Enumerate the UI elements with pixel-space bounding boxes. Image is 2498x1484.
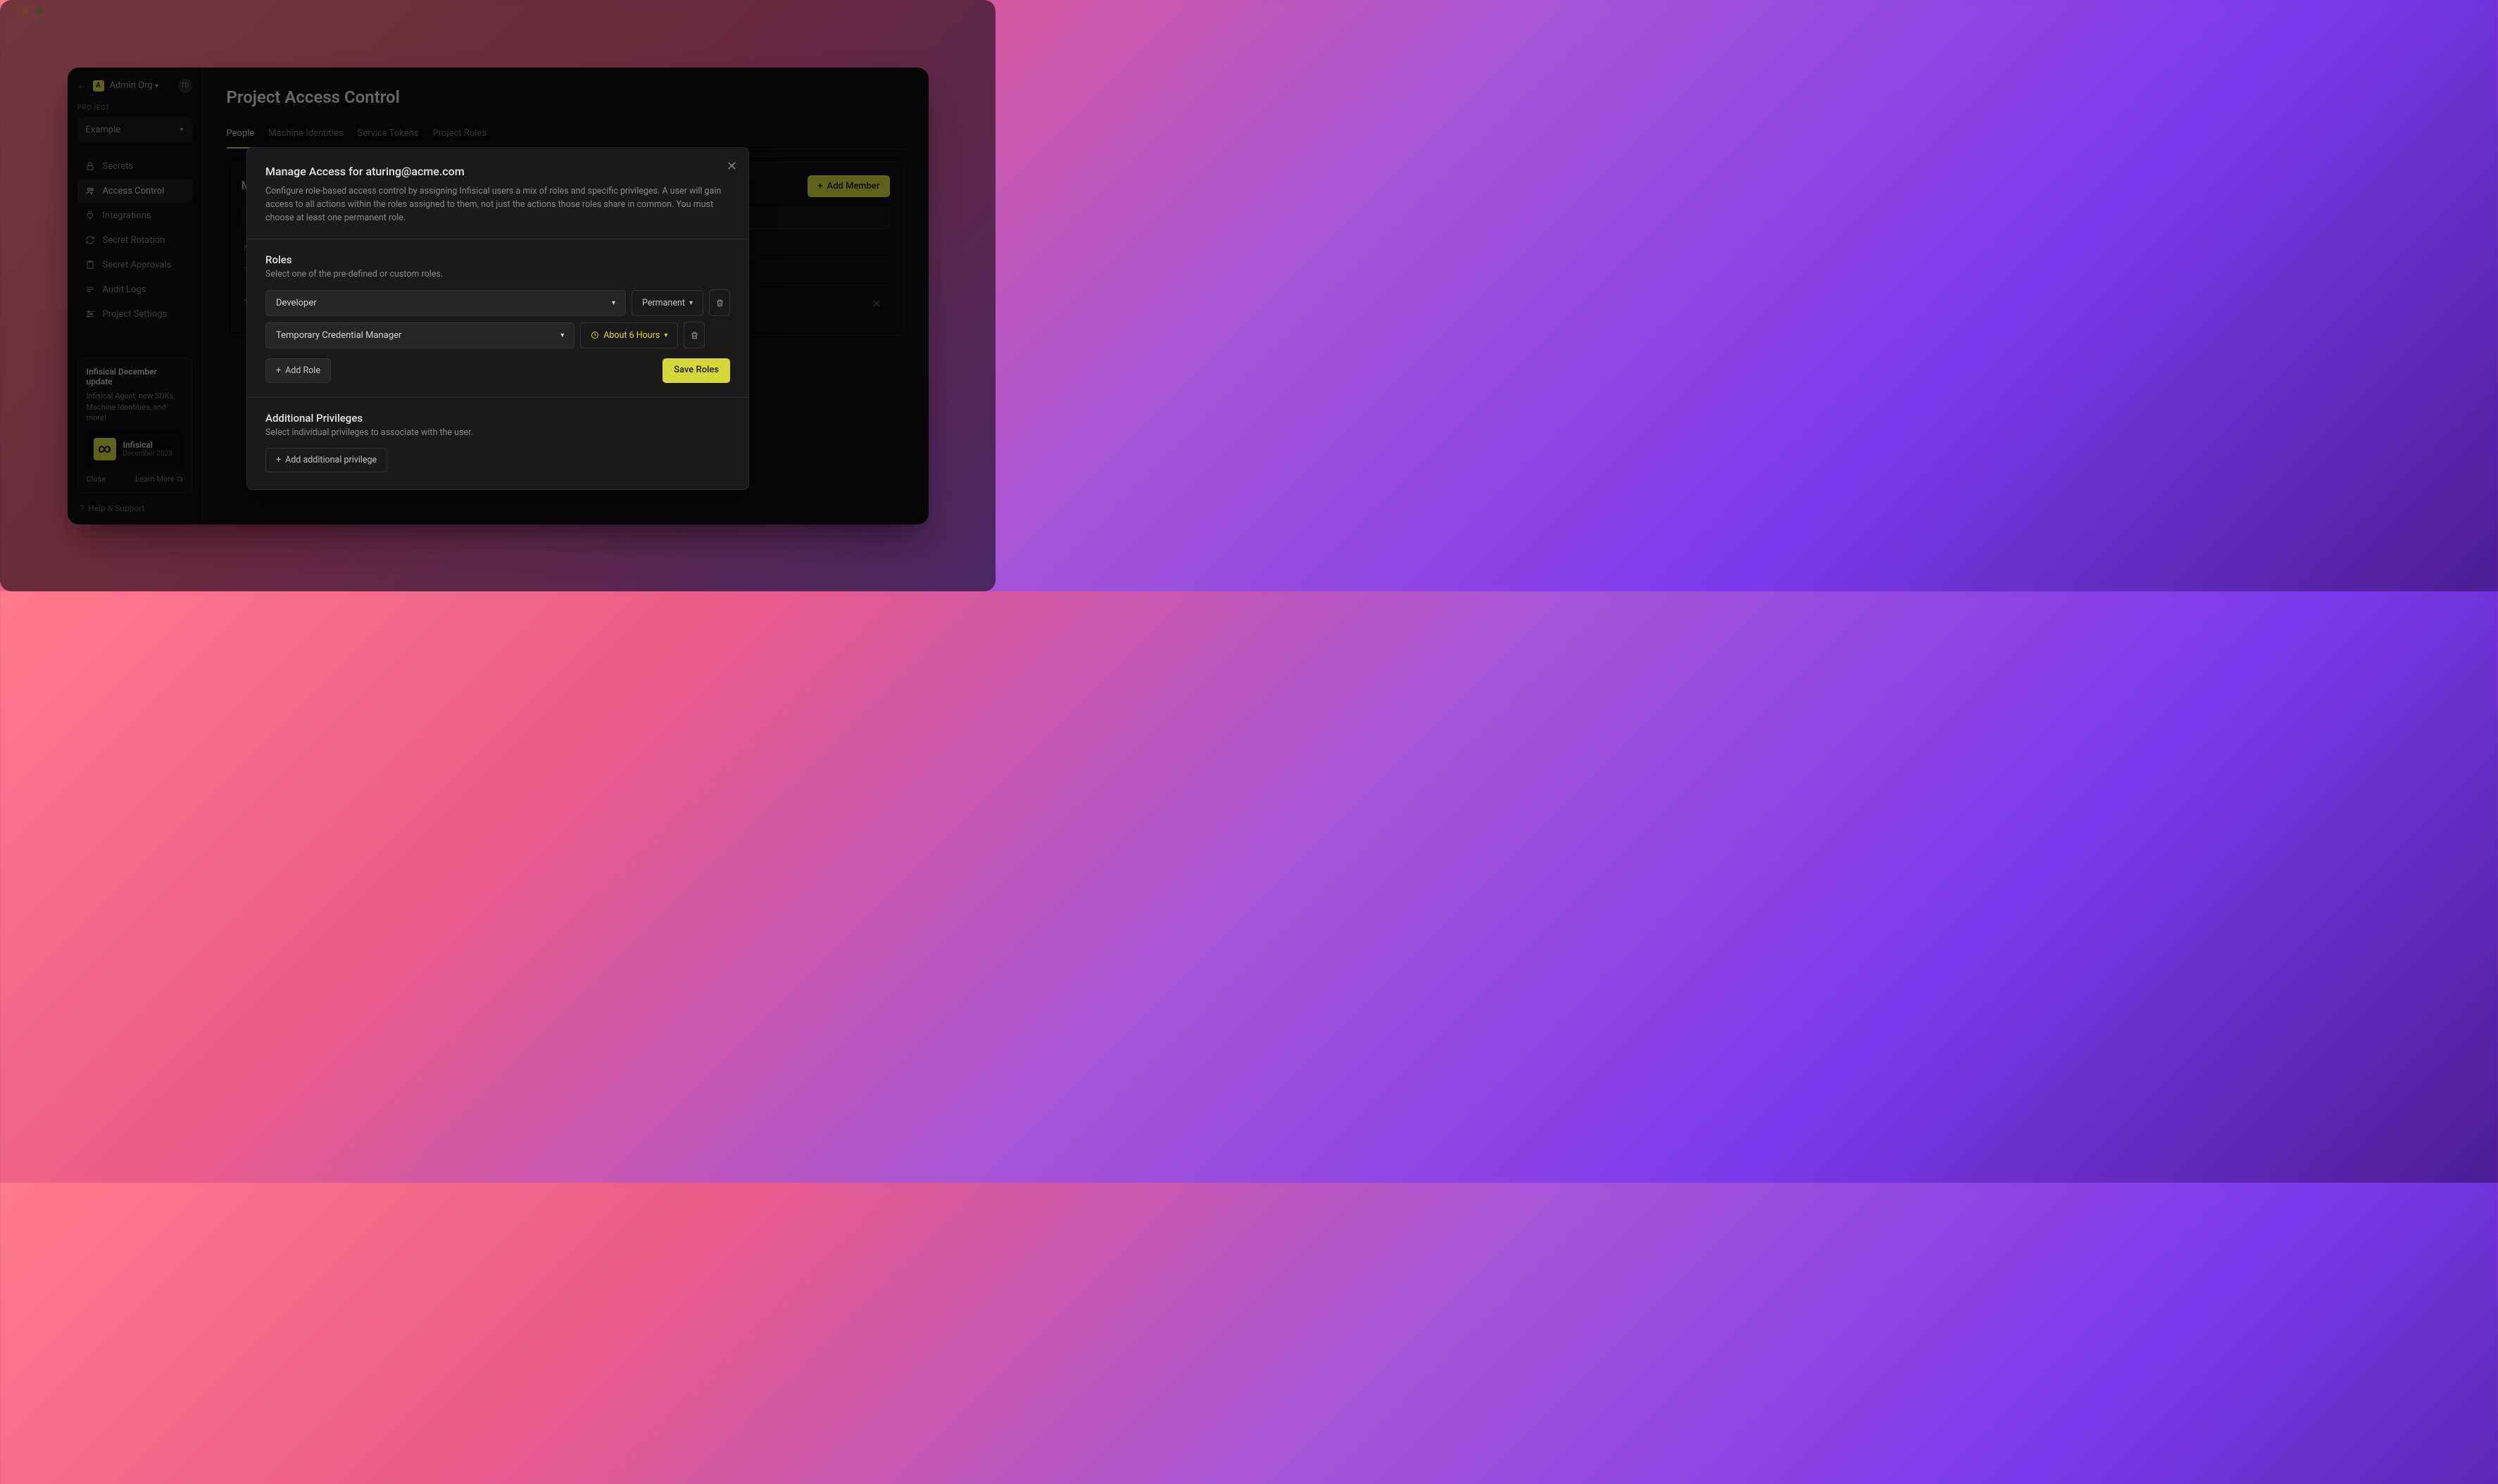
save-roles-button[interactable]: Save Roles <box>663 358 730 383</box>
plus-icon: + <box>276 455 281 465</box>
role-select[interactable]: Developer ▾ <box>265 290 626 316</box>
trash-icon <box>690 331 699 340</box>
modal-description: Configure role-based access control by a… <box>265 185 730 225</box>
chevron-down-icon: ▾ <box>612 299 615 307</box>
chevron-down-icon: ▾ <box>664 332 667 339</box>
add-role-button[interactable]: + Add Role <box>265 358 331 383</box>
trash-icon <box>715 298 724 308</box>
roles-subtext: Select one of the pre-defined or custom … <box>265 269 730 279</box>
role-select[interactable]: Temporary Credential Manager ▾ <box>265 322 575 348</box>
manage-access-modal: ✕ Manage Access for aturing@acme.com Con… <box>246 147 749 490</box>
app-window: ← A Admin Org ▾ TD PROJECT Example ▾ Sec… <box>68 68 929 524</box>
permanence-label: Permanent <box>642 298 685 308</box>
role-row: Temporary Credential Manager ▾ About 6 H… <box>265 322 730 348</box>
privileges-heading: Additional Privileges <box>265 412 730 425</box>
add-privilege-button[interactable]: + Add additional privilege <box>265 448 387 472</box>
clock-icon <box>591 331 599 339</box>
chevron-down-icon: ▾ <box>689 299 693 307</box>
divider <box>247 397 748 398</box>
plus-icon: + <box>276 365 281 376</box>
roles-heading: Roles <box>265 253 730 266</box>
add-role-label: Add Role <box>285 365 320 376</box>
role-row: Developer ▾ Permanent ▾ <box>265 289 730 316</box>
role-name: Temporary Credential Manager <box>276 330 401 341</box>
close-modal-button[interactable]: ✕ <box>727 159 737 174</box>
role-name: Developer <box>276 298 317 308</box>
permanence-button[interactable]: Permanent ▾ <box>632 290 703 316</box>
delete-role-button[interactable] <box>709 289 730 316</box>
chevron-down-icon: ▾ <box>560 332 564 339</box>
modal-title: Manage Access for aturing@acme.com <box>265 165 730 178</box>
permanence-label: About 6 Hours <box>603 330 660 341</box>
privileges-subtext: Select individual privileges to associat… <box>265 427 730 438</box>
add-privilege-label: Add additional privilege <box>285 455 377 465</box>
delete-role-button[interactable] <box>684 322 705 348</box>
permanence-button-temporary[interactable]: About 6 Hours ▾ <box>580 322 678 348</box>
